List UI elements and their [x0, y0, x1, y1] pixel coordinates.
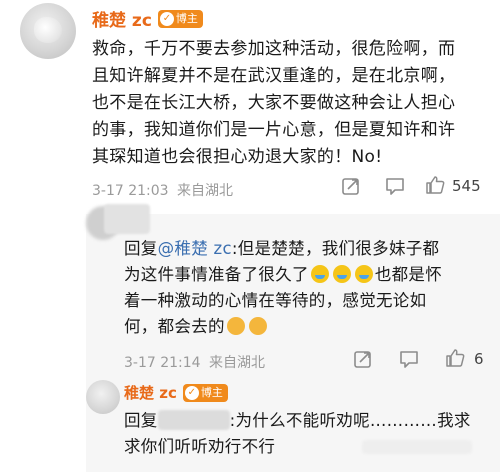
thumbs-up-icon[interactable] — [444, 347, 466, 369]
comment-meta: 3-17 21:03 来自湖北 — [92, 180, 233, 200]
comment-line: 其琛知道也会很担心劝退大家的！No! — [92, 147, 383, 167]
blogger-badge: ✓ 博主 — [182, 383, 228, 402]
like-count: 6 — [474, 350, 484, 368]
comment-icon[interactable] — [398, 348, 420, 370]
username[interactable]: 稚楚 zc — [124, 382, 177, 403]
comment-header: 稚楚 zc ✓ 博主 — [92, 6, 203, 31]
share-icon[interactable] — [340, 175, 362, 197]
location: 来自湖北 — [209, 355, 266, 371]
comment-line: 救命，千万不要去参加这种活动，很危险啊，而 — [92, 39, 456, 59]
watermark — [362, 440, 472, 454]
username[interactable] — [104, 204, 150, 234]
reply-meta: 3-17 21:14 来自湖北 — [124, 352, 265, 372]
mention-link[interactable]: @稚楚 zc — [158, 239, 232, 258]
location: 来自湖北 — [177, 183, 234, 199]
timestamp: 3-17 21:03 — [92, 183, 169, 199]
blurred-mention[interactable] — [157, 410, 230, 430]
praying-emoji-icon — [226, 317, 245, 335]
reply-line: 何，都会去的 — [124, 314, 494, 340]
comment-line: 且知许解夏并不是在武汉重逢的，是在北京啊， — [92, 66, 456, 86]
comment-text: 救命，千万不要去参加这种活动，很危险啊，而 且知许解夏并不是在武汉重逢的，是在北… — [92, 36, 497, 171]
reply-line: 回复@稚楚 zc:但是楚楚，我们很多妹子都 — [124, 239, 440, 258]
timestamp: 3-17 21:14 — [124, 355, 201, 371]
badge-label: 博主 — [175, 11, 198, 25]
comment-line: 也不是在长江大桥，大家不要做这种会让人担心 — [92, 93, 456, 113]
share-icon[interactable] — [352, 348, 374, 370]
comment-icon[interactable] — [384, 175, 406, 197]
badge-label: 博主 — [200, 385, 223, 399]
reply-line: 为这件事情准备了很久了 也都是怀 — [124, 265, 443, 284]
badge-icon: ✓ — [184, 385, 199, 400]
reply-header: 稚楚 zc ✓ 博主 — [124, 382, 228, 403]
avatar[interactable] — [86, 380, 120, 414]
crying-emoji-icon — [354, 265, 373, 283]
reply-line: 着一种激动的心情在等待的，感觉无论如 — [124, 291, 427, 310]
crying-emoji-icon — [332, 265, 351, 283]
reply-text: 回复@稚楚 zc:但是楚楚，我们很多妹子都 为这件事情准备了很久了 也都是怀 着一… — [124, 236, 494, 340]
avatar[interactable] — [20, 3, 76, 59]
badge-icon: ✓ — [159, 11, 174, 26]
thumbs-up-icon[interactable] — [424, 174, 446, 196]
blogger-badge: ✓ 博主 — [157, 9, 203, 28]
comment-line: 的事，我知道你们是一片心意，但是夏知许和许 — [92, 120, 456, 140]
praying-emoji-icon — [248, 317, 267, 335]
username[interactable]: 稚楚 zc — [92, 6, 152, 31]
like-count: 545 — [452, 177, 481, 195]
reply-line: 回复:为什么不能听劝呢…………我求 — [124, 410, 471, 430]
crying-emoji-icon — [310, 265, 329, 283]
